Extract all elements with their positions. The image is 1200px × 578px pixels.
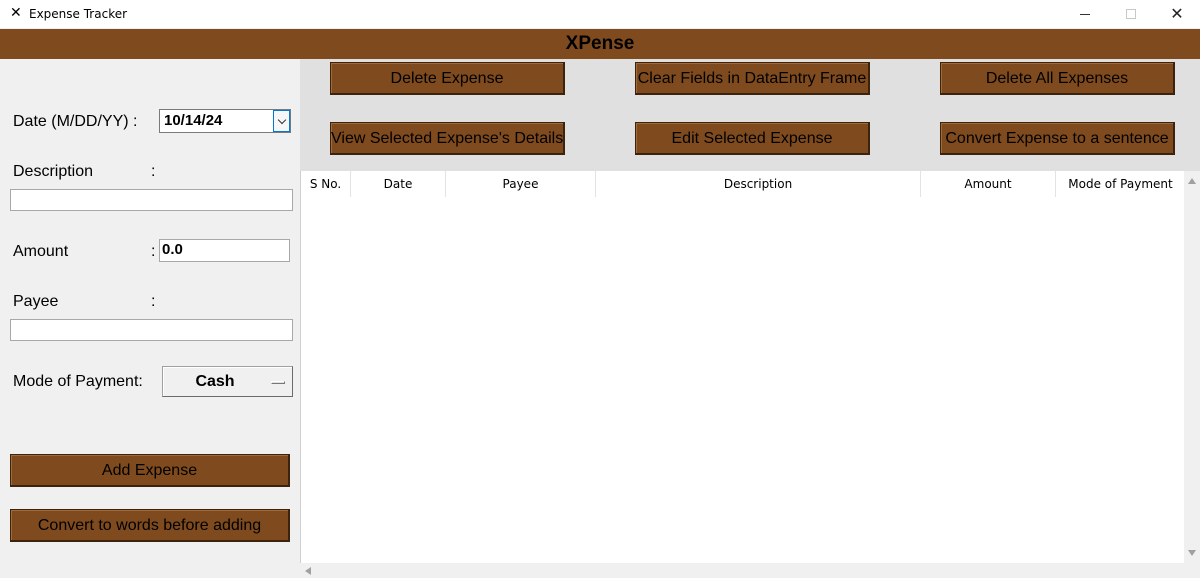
column-header-sno[interactable]: S No. [301, 171, 351, 197]
maximize-icon [1126, 9, 1136, 19]
delete-expense-button[interactable]: Delete Expense [330, 62, 565, 95]
edit-selected-expense-button[interactable]: Edit Selected Expense [635, 122, 870, 155]
description-colon: : [151, 163, 156, 180]
description-label: Description [13, 163, 94, 180]
close-icon: ✕ [1170, 4, 1184, 23]
payee-field[interactable] [10, 319, 293, 341]
column-header-description[interactable]: Description [596, 171, 921, 197]
option-menu-indicator-icon [271, 381, 285, 384]
window-title: Expense Tracker [29, 7, 128, 21]
horizontal-scrollbar[interactable] [300, 563, 1184, 578]
minimize-icon [1080, 13, 1090, 15]
app-heading: XPense [565, 33, 635, 54]
app-header: XPense [0, 29, 1200, 59]
clear-fields-button[interactable]: Clear Fields in DataEntry Frame [635, 62, 870, 95]
chevron-down-icon [277, 115, 286, 124]
payee-label: Payee [13, 293, 59, 310]
amount-label: Amount [13, 243, 69, 260]
title-bar: ✕ Expense Tracker ✕ [0, 0, 1200, 28]
payee-colon: : [151, 293, 156, 310]
maximize-button[interactable] [1108, 0, 1154, 28]
date-picker[interactable]: 10/14/24 [159, 109, 291, 133]
delete-all-expenses-button[interactable]: Delete All Expenses [940, 62, 1175, 95]
mode-of-payment-value: Cash [195, 373, 235, 390]
arrow-up-icon[interactable] [1188, 178, 1196, 184]
date-value[interactable]: 10/14/24 [164, 112, 222, 129]
mode-of-payment-label: Mode of Payment: [13, 373, 143, 390]
arrow-down-icon[interactable] [1188, 550, 1196, 556]
column-header-mode-of-payment[interactable]: Mode of Payment [1056, 171, 1185, 197]
arrow-left-icon[interactable] [305, 567, 311, 575]
buttons-frame: Delete Expense Clear Fields in DataEntry… [300, 59, 1200, 171]
x-logo-icon: ✕ [10, 5, 22, 21]
convert-to-words-button[interactable]: Convert to words before adding [10, 509, 290, 542]
minimize-button[interactable] [1062, 0, 1108, 28]
amount-field[interactable]: 0.0 [159, 239, 290, 262]
expense-table[interactable]: S No. Date Payee Description Amount Mode… [300, 171, 1185, 563]
amount-colon: : [151, 243, 156, 260]
view-details-button[interactable]: View Selected Expense's Details [330, 122, 565, 155]
column-header-amount[interactable]: Amount [921, 171, 1056, 197]
date-label: Date (M/DD/YY) : [13, 113, 138, 130]
convert-to-sentence-button[interactable]: Convert Expense to a sentence [940, 122, 1175, 155]
description-field[interactable] [10, 189, 293, 211]
column-header-payee[interactable]: Payee [446, 171, 596, 197]
mode-of-payment-select[interactable]: Cash [162, 366, 293, 397]
vertical-scrollbar[interactable] [1184, 171, 1200, 563]
date-dropdown-button[interactable] [273, 110, 290, 132]
close-button[interactable]: ✕ [1154, 0, 1200, 28]
add-expense-button[interactable]: Add Expense [10, 454, 290, 487]
column-header-date[interactable]: Date [351, 171, 446, 197]
